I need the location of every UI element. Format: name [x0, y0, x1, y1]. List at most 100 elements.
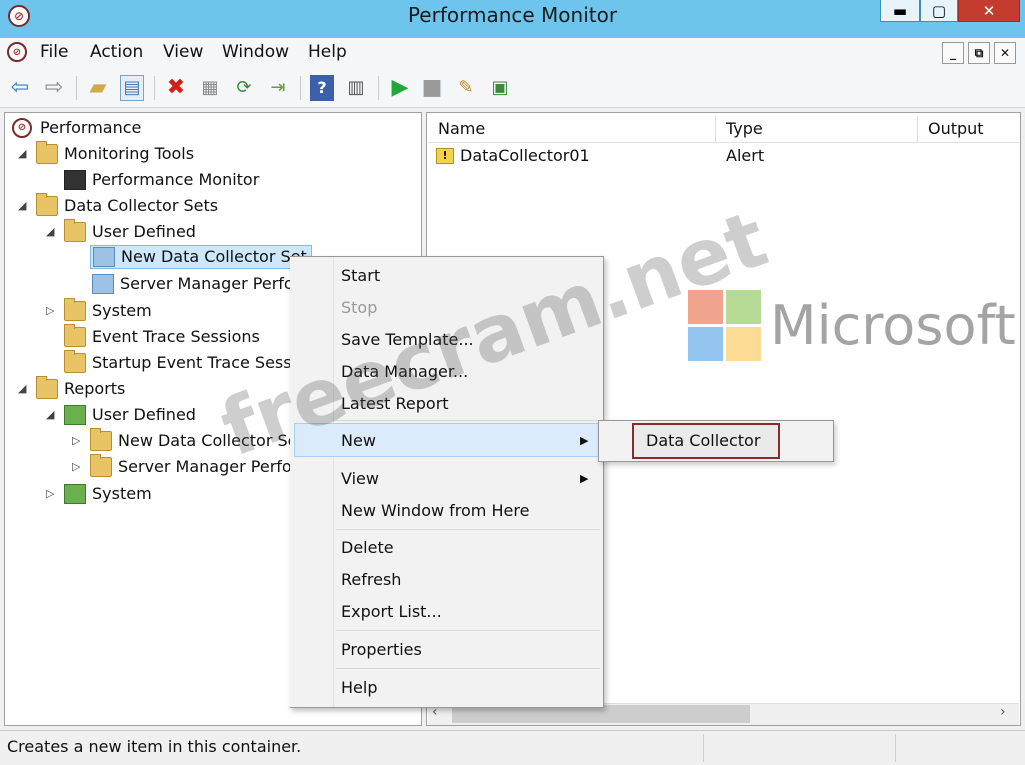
tree-label: Data Collector Sets	[64, 196, 219, 215]
collapse-icon[interactable]: ◢	[46, 220, 60, 244]
tree-label: Monitoring Tools	[64, 144, 195, 163]
collapse-icon[interactable]: ◢	[18, 194, 32, 218]
folder-icon	[64, 350, 86, 373]
mdi-close-button[interactable]: ✕	[994, 42, 1016, 64]
stop-icon[interactable]: ■	[420, 75, 444, 101]
mdi-minimize-button[interactable]: _	[942, 42, 964, 64]
tree-item-monitoring-tools[interactable]: ◢ Monitoring Tools	[18, 141, 195, 166]
alert-icon: !	[436, 147, 454, 164]
system-folder-icon	[64, 298, 86, 321]
tree-item-system[interactable]: ▷ System	[46, 298, 152, 323]
menu-help[interactable]: Help	[308, 42, 347, 62]
minimize-button[interactable]: ▬	[880, 0, 920, 22]
help-icon[interactable]: ?	[310, 75, 334, 101]
ctx-help[interactable]: Help	[341, 678, 377, 697]
scroll-right-icon[interactable]: ›	[1000, 704, 1006, 720]
back-arrow-icon[interactable]: ⇦	[8, 75, 32, 101]
tree-item-server-manager[interactable]: Server Manager Perfor	[92, 272, 300, 296]
ctx-refresh[interactable]: Refresh	[341, 570, 401, 589]
status-divider	[895, 734, 896, 762]
expand-icon[interactable]: ▷	[72, 455, 86, 479]
up-folder-icon[interactable]: ▰	[86, 75, 110, 101]
column-header-name[interactable]: Name	[428, 116, 716, 142]
menu-bar	[0, 38, 1025, 68]
chart-icon	[64, 170, 86, 190]
tree-label: Reports	[64, 379, 126, 398]
collapse-icon[interactable]: ◢	[18, 142, 32, 166]
performance-icon: ⊘	[12, 118, 32, 138]
tree-label: Performance	[40, 118, 142, 137]
microsoft-wordmark: Microsoft	[770, 294, 1016, 357]
status-text: Creates a new item in this container.	[7, 737, 302, 756]
folder-icon	[36, 193, 58, 216]
maximize-button[interactable]: ▢	[920, 0, 958, 22]
expand-icon[interactable]: ▷	[46, 299, 60, 323]
submenu-arrow-icon: ▶	[580, 472, 589, 485]
show-hide-tree-icon[interactable]: ▤	[120, 75, 144, 101]
expand-icon[interactable]: ▷	[46, 482, 60, 506]
report-icon[interactable]: ▣	[488, 75, 512, 101]
ctx-view[interactable]: View	[341, 469, 379, 488]
tree-item-reports-user-defined[interactable]: ◢ User Defined	[46, 403, 196, 427]
tree-label: User Defined	[92, 222, 196, 241]
collapse-icon[interactable]: ◢	[18, 377, 32, 401]
report-folder-icon	[64, 484, 86, 504]
ctx-properties[interactable]: Properties	[341, 640, 422, 659]
delete-icon[interactable]: ✖	[164, 75, 188, 101]
forward-arrow-icon[interactable]: ⇨	[42, 75, 66, 101]
submenu-arrow-icon: ▶	[580, 434, 589, 447]
tree-item-new-data-collector-set[interactable]: New Data Collector Set	[90, 245, 312, 269]
list-row[interactable]: ! DataCollector01	[436, 146, 590, 165]
tree-label: New Data Collector Set	[121, 247, 307, 266]
ctx-export-list[interactable]: Export List...	[341, 602, 442, 621]
ctx-start[interactable]: Start	[341, 266, 380, 285]
row-name: DataCollector01	[460, 146, 590, 165]
collapse-icon[interactable]: ◢	[46, 403, 60, 427]
tree-item-event-trace-sessions[interactable]: Event Trace Sessions	[64, 324, 260, 349]
menu-window[interactable]: Window	[222, 42, 289, 62]
mmc-view-icon[interactable]: ▥	[344, 75, 368, 101]
menu-separator	[336, 630, 600, 631]
menu-file[interactable]: File	[40, 42, 68, 62]
menu-action[interactable]: Action	[90, 42, 143, 62]
toolbar-separator	[300, 76, 301, 100]
mdi-restore-button[interactable]: ⧉	[968, 42, 990, 64]
export-list-icon[interactable]: ⇥	[266, 75, 290, 101]
header-divider	[428, 142, 1019, 143]
toolbar-separator	[154, 76, 155, 100]
tree-label: Performance Monitor	[92, 170, 260, 189]
data-collector-set-icon	[92, 274, 114, 294]
close-button[interactable]: ✕	[958, 0, 1020, 22]
tree-item-performance[interactable]: ⊘ Performance	[12, 116, 141, 140]
ctx-delete[interactable]: Delete	[341, 538, 394, 557]
toolbar-separator	[76, 76, 77, 100]
properties-icon[interactable]: ▦	[198, 75, 222, 101]
folder-icon	[64, 324, 86, 347]
tree-item-performance-monitor[interactable]: Performance Monitor	[64, 168, 259, 192]
tree-item-reports[interactable]: ◢ Reports	[18, 376, 126, 401]
ctx-new-window[interactable]: New Window from Here	[341, 501, 529, 520]
submenu-data-collector[interactable]: Data Collector	[646, 431, 760, 450]
start-icon[interactable]: ▶	[388, 75, 412, 101]
column-header-output[interactable]: Output	[918, 116, 1019, 142]
refresh-icon[interactable]: ⟳	[232, 75, 256, 101]
folder-icon	[90, 454, 112, 477]
system-menu-icon[interactable]: ⊘	[7, 42, 27, 62]
data-collector-set-icon	[93, 247, 115, 267]
window-title: Performance Monitor	[407, 3, 618, 27]
folder-icon	[36, 141, 58, 164]
tree-item-user-defined[interactable]: ◢ User Defined	[46, 219, 196, 244]
ctx-stop[interactable]: Stop	[341, 298, 377, 317]
new-item-icon[interactable]: ✎	[454, 75, 478, 101]
user-folder-icon	[64, 219, 86, 242]
menu-separator	[336, 529, 600, 530]
tree-item-data-collector-sets[interactable]: ◢ Data Collector Sets	[18, 193, 219, 218]
tree-item-reports-system[interactable]: ▷ System	[46, 482, 152, 506]
status-divider	[703, 734, 704, 762]
tree-label: User Defined	[92, 405, 196, 424]
column-header-type[interactable]: Type	[716, 116, 918, 142]
tree-label: Server Manager Perfor	[120, 274, 301, 293]
row-type: Alert	[726, 146, 765, 165]
menu-view[interactable]: View	[163, 42, 203, 62]
expand-icon[interactable]: ▷	[72, 429, 86, 453]
